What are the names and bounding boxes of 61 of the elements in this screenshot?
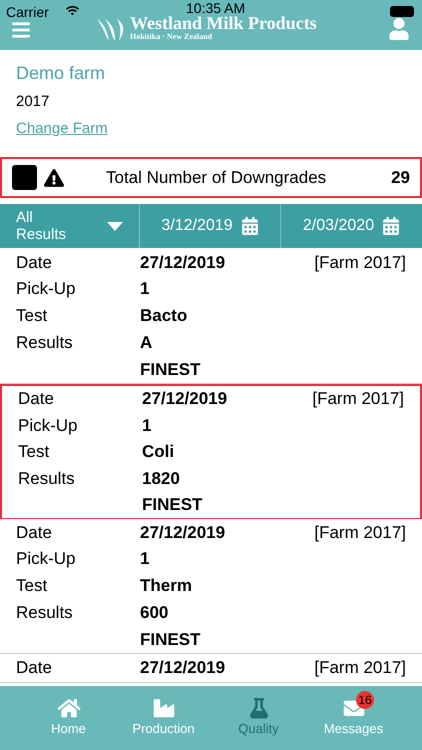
- profile-icon[interactable]: [388, 18, 410, 40]
- farm-label: [Farm 2017]: [314, 252, 406, 274]
- field-value: 1: [140, 548, 150, 570]
- field-label: Date: [18, 388, 55, 410]
- field-value: 1820: [142, 468, 180, 490]
- field-value: 1: [142, 414, 152, 437]
- field-label: Date: [16, 252, 53, 274]
- field-label: Pick-Up: [18, 414, 79, 437]
- checkbox[interactable]: [12, 165, 37, 190]
- downgrades-count: 29: [391, 166, 410, 189]
- to-date-picker[interactable]: 2/03/2020: [281, 204, 422, 248]
- clock: 10:35 AM: [186, 1, 246, 16]
- wifi-icon: [66, 4, 79, 17]
- tab[interactable]: Home: [31, 690, 106, 738]
- from-date-picker[interactable]: 3/12/2019: [140, 204, 281, 248]
- tab[interactable]: Messages 16: [316, 690, 391, 738]
- field-value: 600: [140, 602, 168, 624]
- grade-value: FINEST: [142, 494, 202, 516]
- home-icon: [56, 698, 80, 718]
- field-label: Pick-Up: [16, 278, 77, 300]
- field-value: Therm: [140, 575, 192, 598]
- field-label: Pick-Up: [16, 548, 77, 570]
- result-type-dropdown[interactable]: All Results: [0, 204, 140, 248]
- field-value: Bacto: [140, 305, 188, 328]
- field-label: Date: [16, 522, 53, 544]
- field-label: Results: [16, 602, 74, 624]
- badge: 16: [356, 691, 374, 709]
- calendar-icon: [240, 217, 259, 235]
- farm-name: Demo farm: [16, 62, 106, 85]
- field-value: 27/12/2019: [140, 522, 226, 544]
- field-value: 27/12/2019: [142, 388, 228, 410]
- field-value: 27/12/2019: [140, 252, 226, 274]
- tab[interactable]: Quality: [221, 690, 296, 738]
- battery-icon: [390, 6, 414, 17]
- field-value: A: [140, 332, 152, 354]
- field-value: Coli: [142, 441, 174, 464]
- carrier-label: Carrier: [6, 3, 49, 22]
- brand-name: Westland Milk Products: [130, 14, 317, 32]
- field-label: Test: [18, 441, 50, 464]
- field-label: Date: [16, 657, 53, 680]
- field-label: Results: [18, 468, 76, 490]
- warning-icon: [44, 168, 64, 188]
- grade-value: FINEST: [140, 358, 200, 381]
- tab[interactable]: Production: [126, 690, 201, 738]
- menu-icon[interactable]: [11, 20, 31, 40]
- change-farm-link[interactable]: Change Farm: [16, 118, 108, 140]
- farm-label: [Farm 2017]: [314, 657, 406, 680]
- caret-icon: [107, 222, 123, 230]
- calendar-icon: [382, 217, 400, 235]
- field-label: Test: [16, 305, 48, 328]
- field-value: 1: [140, 278, 150, 300]
- farm-year: 2017: [16, 92, 50, 112]
- field-label: Test: [16, 575, 48, 598]
- brand-tagline: Hokitika · New Zealand: [130, 33, 212, 41]
- grade-value: FINEST: [140, 628, 200, 651]
- production-icon: [152, 698, 176, 718]
- field-label: Results: [16, 332, 74, 354]
- downgrades-label: Total Number of Downgrades: [106, 166, 326, 189]
- farm-label: [Farm 2017]: [314, 522, 406, 544]
- farm-label: [Farm 2017]: [312, 388, 404, 410]
- field-value: 27/12/2019: [140, 657, 226, 680]
